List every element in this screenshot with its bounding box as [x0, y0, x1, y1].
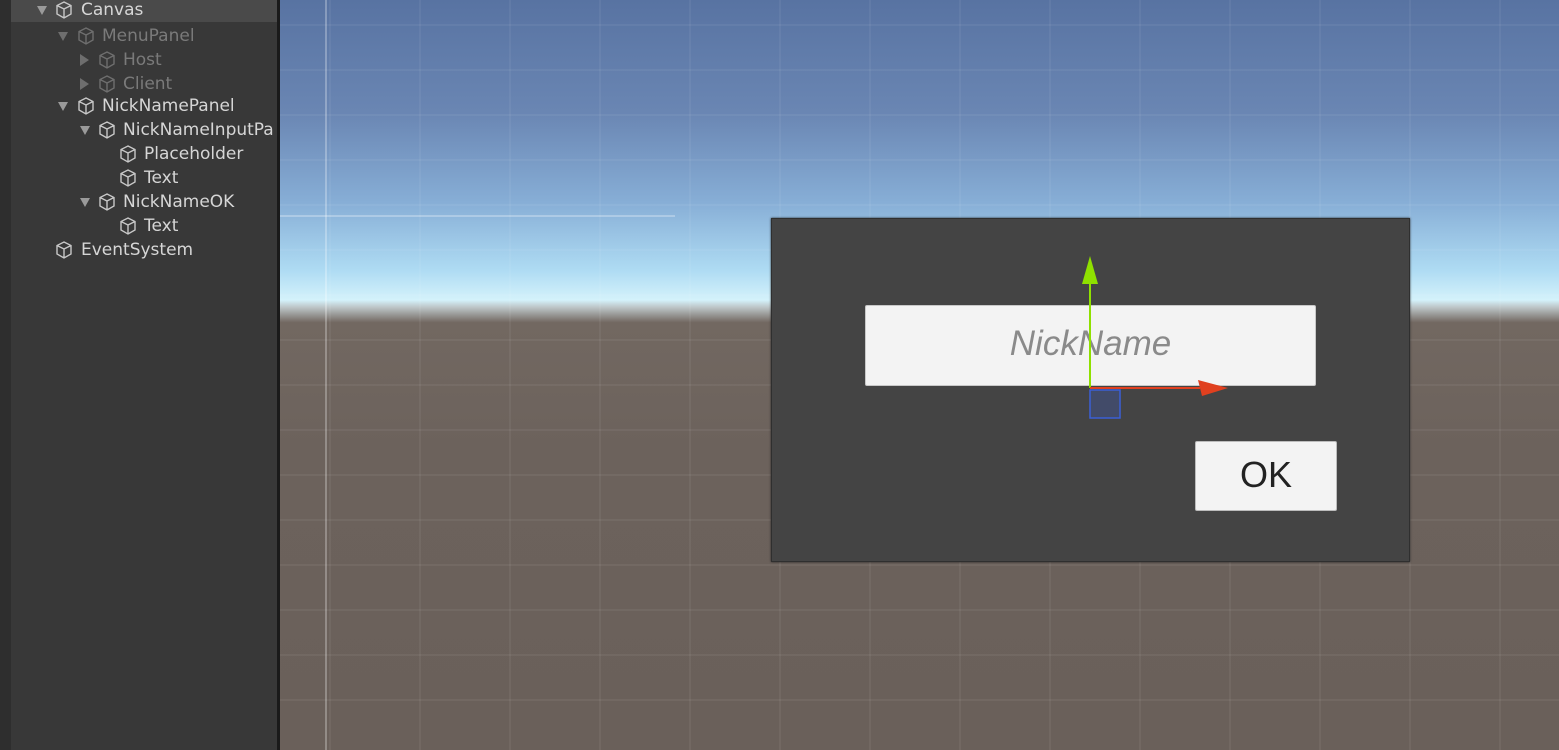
hierarchy-item-label: Host	[123, 50, 162, 70]
hierarchy-item-label: NickNamePanel	[102, 96, 235, 116]
expand-arrow-icon[interactable]	[37, 6, 47, 15]
hierarchy-item-eventsystem[interactable]: EventSystem	[11, 238, 277, 262]
expand-arrow-icon[interactable]	[80, 126, 90, 135]
hierarchy-item-label: Text	[144, 168, 179, 188]
y-axis-handle[interactable]	[1082, 256, 1098, 388]
hierarchy-item-text[interactable]: Text	[11, 166, 277, 190]
ok-button-label: OK	[1239, 454, 1292, 495]
hierarchy-item-menupanel[interactable]: MenuPanel	[11, 24, 277, 48]
hierarchy-item-host[interactable]: Host	[11, 48, 277, 72]
gameobject-cube-icon	[99, 75, 115, 93]
hierarchy-item-client[interactable]: Client	[11, 72, 277, 96]
hierarchy-item-label: Canvas	[81, 0, 144, 20]
hierarchy-item-label: EventSystem	[81, 240, 194, 260]
ok-button[interactable]: OK	[1195, 441, 1337, 511]
expand-arrow-icon[interactable]	[80, 198, 90, 207]
gameobject-cube-icon	[56, 1, 72, 19]
y-axis-arrow-icon[interactable]	[1082, 256, 1098, 284]
hierarchy-item-canvas[interactable]: Canvas	[11, 0, 277, 22]
plane-handle[interactable]	[1089, 389, 1121, 419]
hierarchy-item-nicknamepanel[interactable]: NickNamePanel	[11, 94, 277, 118]
expand-arrow-icon[interactable]	[58, 32, 68, 41]
hierarchy-item-label: Placeholder	[144, 144, 244, 164]
hierarchy-item-label: NickNameOK	[123, 192, 235, 212]
move-gizmo[interactable]	[1060, 250, 1240, 430]
gameobject-cube-icon	[120, 217, 136, 235]
hierarchy-item-label: MenuPanel	[102, 26, 195, 46]
expand-arrow-icon[interactable]	[58, 102, 68, 111]
hierarchy-item-nicknameinput[interactable]: NickNameInputPa	[11, 118, 277, 142]
gameobject-cube-icon	[78, 97, 94, 115]
hierarchy-item-label: NickNameInputPa	[123, 120, 274, 140]
collapse-arrow-icon[interactable]	[80, 78, 89, 90]
gameobject-cube-icon	[99, 121, 115, 139]
collapse-arrow-icon[interactable]	[80, 54, 89, 66]
gameobject-cube-icon	[56, 241, 72, 259]
gameobject-cube-icon	[120, 145, 136, 163]
gameobject-cube-icon	[120, 169, 136, 187]
hierarchy-item-placeholder[interactable]: Placeholder	[11, 142, 277, 166]
hierarchy-gutter	[0, 0, 11, 750]
scene-view[interactable]: NickName OK	[280, 0, 1559, 750]
x-axis-arrow-icon[interactable]	[1198, 380, 1228, 396]
gameobject-cube-icon	[78, 27, 94, 45]
hierarchy-item-label: Client	[123, 74, 173, 94]
hierarchy-item-label: Text	[144, 216, 179, 236]
hierarchy-item-ok-text[interactable]: Text	[11, 214, 277, 238]
hierarchy-panel: Canvas MenuPanel Host Client NickNamePan…	[0, 0, 277, 750]
hierarchy-item-nicknameok[interactable]: NickNameOK	[11, 190, 277, 214]
gameobject-cube-icon	[99, 193, 115, 211]
gameobject-cube-icon	[99, 51, 115, 69]
